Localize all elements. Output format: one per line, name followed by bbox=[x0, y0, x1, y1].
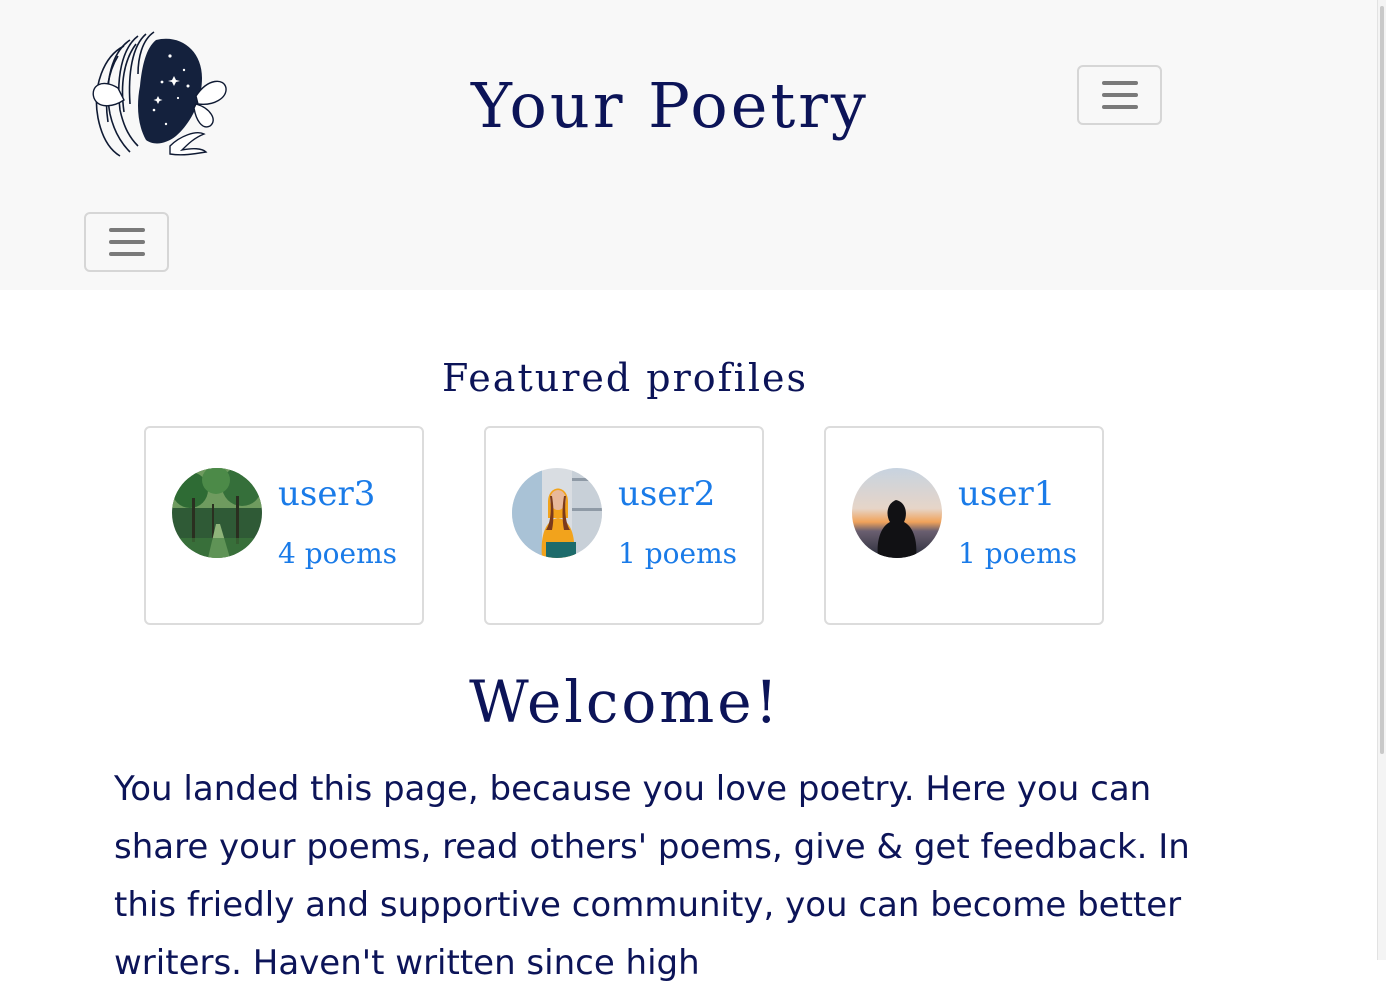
hooded-figure-sunset-photo-icon bbox=[852, 468, 942, 558]
profile-username-link[interactable]: user3 bbox=[278, 472, 375, 516]
profile-card[interactable]: user2 1 poems bbox=[484, 426, 764, 625]
hamburger-bar bbox=[108, 252, 145, 256]
welcome-paragraph: You landed this page, because you love p… bbox=[114, 769, 1190, 983]
site-logo[interactable] bbox=[84, 26, 228, 162]
hamburger-bar bbox=[1101, 93, 1138, 97]
scrollbar-thumb[interactable] bbox=[1380, 6, 1384, 754]
profile-avatar[interactable] bbox=[512, 468, 602, 558]
profile-avatar[interactable] bbox=[172, 468, 262, 558]
page-scrollbar[interactable] bbox=[1377, 0, 1386, 960]
hamburger-menu-icon bbox=[108, 228, 145, 232]
secondary-menu-toggle-button[interactable] bbox=[84, 212, 169, 272]
hamburger-bar bbox=[1101, 105, 1138, 109]
profile-username-link[interactable]: user1 bbox=[958, 472, 1055, 516]
site-title: Your Poetry bbox=[471, 69, 869, 142]
profile-poem-count[interactable]: 4 poems bbox=[278, 536, 397, 572]
hamburger-bar bbox=[108, 240, 145, 244]
profile-card[interactable]: user1 1 poems bbox=[824, 426, 1104, 625]
hamburger-menu-icon bbox=[1101, 81, 1138, 85]
profile-card[interactable]: user3 4 poems bbox=[144, 426, 424, 625]
woman-orange-hoodie-photo-icon bbox=[512, 468, 602, 558]
featured-profiles-heading: Featured profiles bbox=[442, 356, 808, 400]
profile-poem-count[interactable]: 1 poems bbox=[618, 536, 737, 572]
profile-username-link[interactable]: user2 bbox=[618, 472, 715, 516]
profile-avatar[interactable] bbox=[852, 468, 942, 558]
profile-poem-count[interactable]: 1 poems bbox=[958, 536, 1077, 572]
woman-butterfly-logo-icon bbox=[92, 31, 227, 157]
forest-path-photo-icon bbox=[172, 468, 262, 558]
welcome-heading: Welcome! bbox=[469, 668, 781, 736]
navbar-toggle-button[interactable] bbox=[1077, 65, 1162, 125]
site-header: Your Poetry bbox=[0, 0, 1377, 290]
